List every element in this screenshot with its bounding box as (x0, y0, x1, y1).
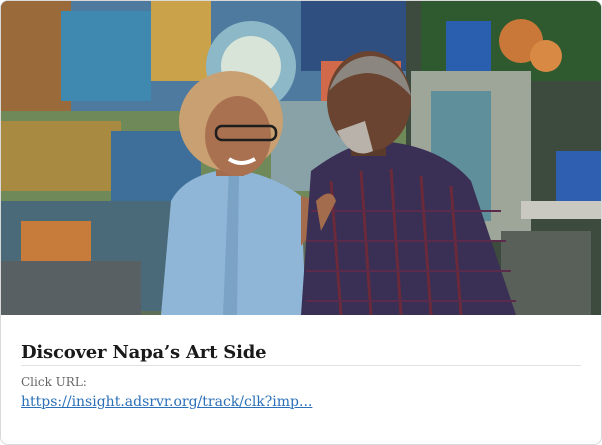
ad-hero-image[interactable] (1, 1, 601, 315)
click-url-label: Click URL: (21, 375, 87, 389)
click-url-link[interactable]: https://insight.adsrvr.org/track/clk?imp… (21, 393, 312, 411)
title-divider (21, 365, 581, 366)
hero-photo (1, 1, 601, 315)
ad-card: Discover Napa’s Art Side Click URL: http… (0, 0, 602, 445)
ad-title[interactable]: Discover Napa’s Art Side (21, 341, 581, 365)
ad-content: Discover Napa’s Art Side Click URL: http… (21, 315, 581, 411)
